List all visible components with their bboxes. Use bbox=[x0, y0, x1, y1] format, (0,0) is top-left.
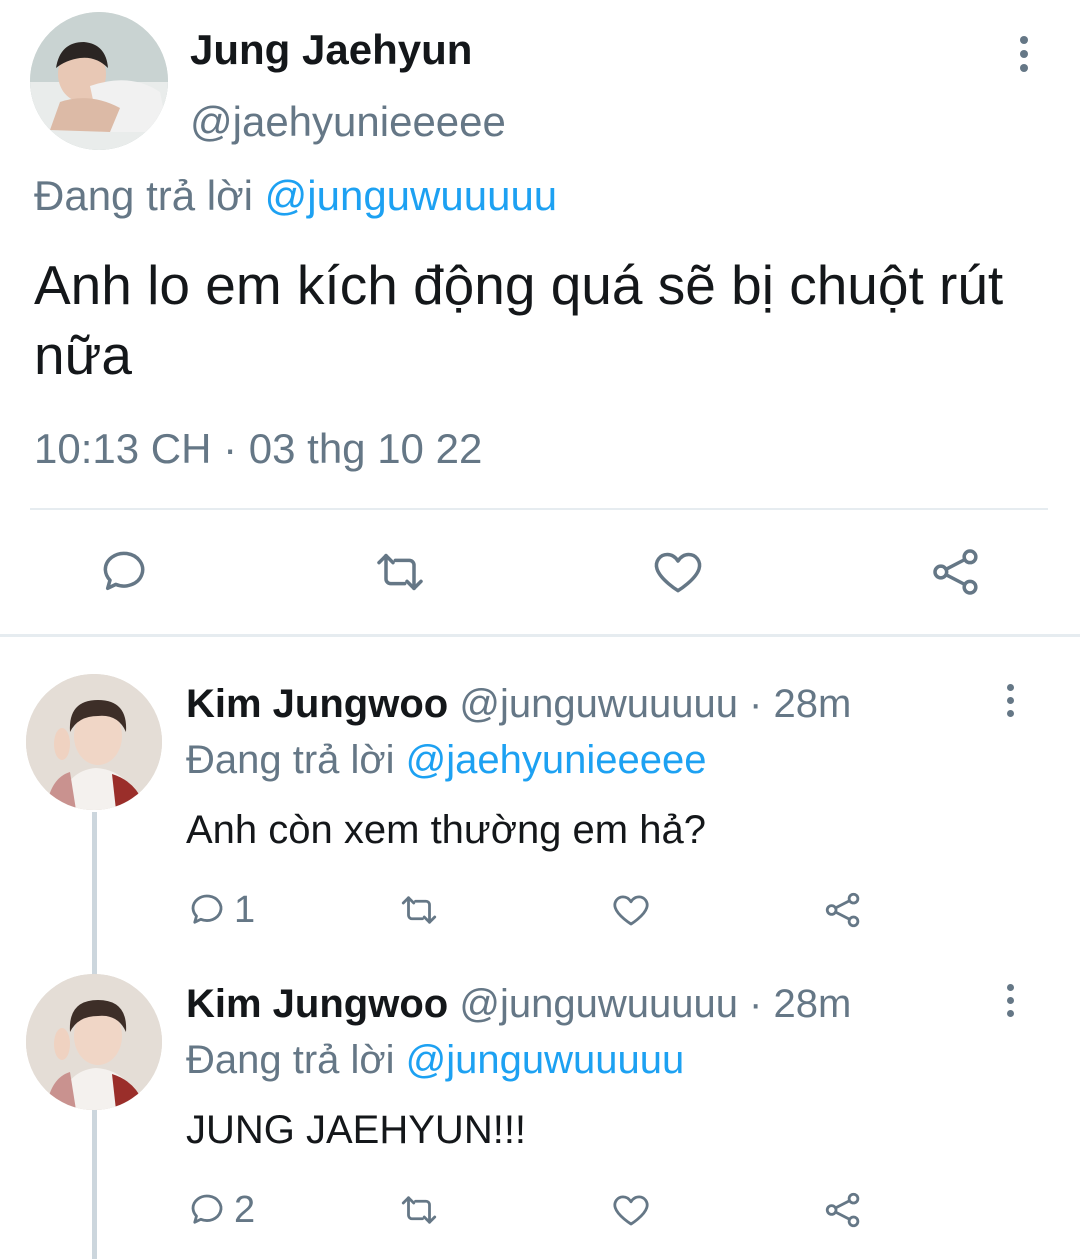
replying-to: Đang trả lời @jaehyunieeeee bbox=[186, 738, 707, 783]
profile-photo bbox=[26, 674, 162, 810]
author-name[interactable]: Kim Jungwoo bbox=[186, 682, 448, 726]
reply-header: Kim Jungwoo @junguwuuuuu · 28m bbox=[186, 982, 851, 1027]
retweet-icon bbox=[401, 896, 437, 924]
reply-button[interactable]: 2 bbox=[186, 1188, 255, 1232]
replying-label: Đang trả lời bbox=[186, 1038, 395, 1082]
reply-count: 1 bbox=[234, 888, 256, 931]
share-button[interactable] bbox=[928, 544, 984, 600]
replying-to-link[interactable]: @junguwuuuuu bbox=[265, 172, 558, 219]
replying-to: Đang trả lời @junguwuuuuu bbox=[186, 1038, 684, 1083]
retweet-button[interactable] bbox=[398, 1188, 440, 1232]
reply-button[interactable] bbox=[96, 544, 152, 600]
like-button[interactable] bbox=[610, 888, 652, 932]
share-button[interactable] bbox=[822, 1188, 864, 1232]
profile-photo bbox=[26, 974, 162, 1110]
reply-icon bbox=[191, 1194, 223, 1224]
share-button[interactable] bbox=[822, 888, 864, 932]
author-handle-time[interactable]: @junguwuuuuu · 28m bbox=[459, 682, 851, 726]
replying-to-link[interactable]: @jaehyunieeeee bbox=[406, 738, 707, 782]
reply-count: 2 bbox=[234, 1188, 256, 1231]
reply-button[interactable]: 1 bbox=[186, 888, 255, 932]
replying-to: Đang trả lời @junguwuuuuu bbox=[34, 172, 557, 220]
reply-icon bbox=[191, 894, 223, 924]
avatar[interactable] bbox=[26, 674, 162, 810]
share-icon bbox=[825, 1192, 860, 1228]
retweet-button[interactable] bbox=[398, 888, 440, 932]
share-icon bbox=[825, 892, 860, 928]
avatar[interactable] bbox=[26, 974, 162, 1110]
more-options-icon[interactable] bbox=[1010, 36, 1038, 80]
replying-label: Đang trả lời bbox=[34, 172, 253, 219]
retweet-button[interactable] bbox=[372, 544, 428, 600]
share-icon bbox=[933, 549, 978, 595]
replying-label: Đang trả lời bbox=[186, 738, 395, 782]
like-button[interactable] bbox=[610, 1188, 652, 1232]
replying-to-link[interactable]: @junguwuuuuu bbox=[406, 1038, 685, 1082]
more-options-icon[interactable] bbox=[1000, 684, 1020, 724]
author-handle[interactable]: @jaehyunieeeee bbox=[190, 98, 506, 146]
author-name[interactable]: Kim Jungwoo bbox=[186, 982, 448, 1026]
retweet-icon bbox=[377, 553, 423, 591]
like-icon bbox=[654, 552, 702, 593]
reply-text: JUNG JAEHYUN!!! bbox=[186, 1108, 527, 1152]
divider bbox=[0, 634, 1080, 637]
profile-photo bbox=[30, 12, 168, 150]
tweet-timestamp[interactable]: 10:13 CH · 03 thg 10 22 bbox=[34, 425, 482, 473]
divider bbox=[30, 508, 1048, 510]
reply-text: Anh còn xem thường em hả? bbox=[186, 808, 706, 852]
like-icon bbox=[613, 1195, 649, 1226]
author-name[interactable]: Jung Jaehyun bbox=[190, 26, 472, 74]
tweet-text: Anh lo em kích động quá sẽ bị chuột rút … bbox=[34, 254, 1004, 386]
avatar[interactable] bbox=[30, 12, 168, 150]
like-button[interactable] bbox=[650, 544, 706, 600]
author-handle-time[interactable]: @junguwuuuuu · 28m bbox=[459, 982, 851, 1026]
reply-icon bbox=[103, 551, 145, 591]
more-options-icon[interactable] bbox=[1000, 984, 1020, 1024]
like-icon bbox=[613, 895, 649, 926]
reply-header: Kim Jungwoo @junguwuuuuu · 28m bbox=[186, 682, 851, 727]
retweet-icon bbox=[401, 1196, 437, 1224]
